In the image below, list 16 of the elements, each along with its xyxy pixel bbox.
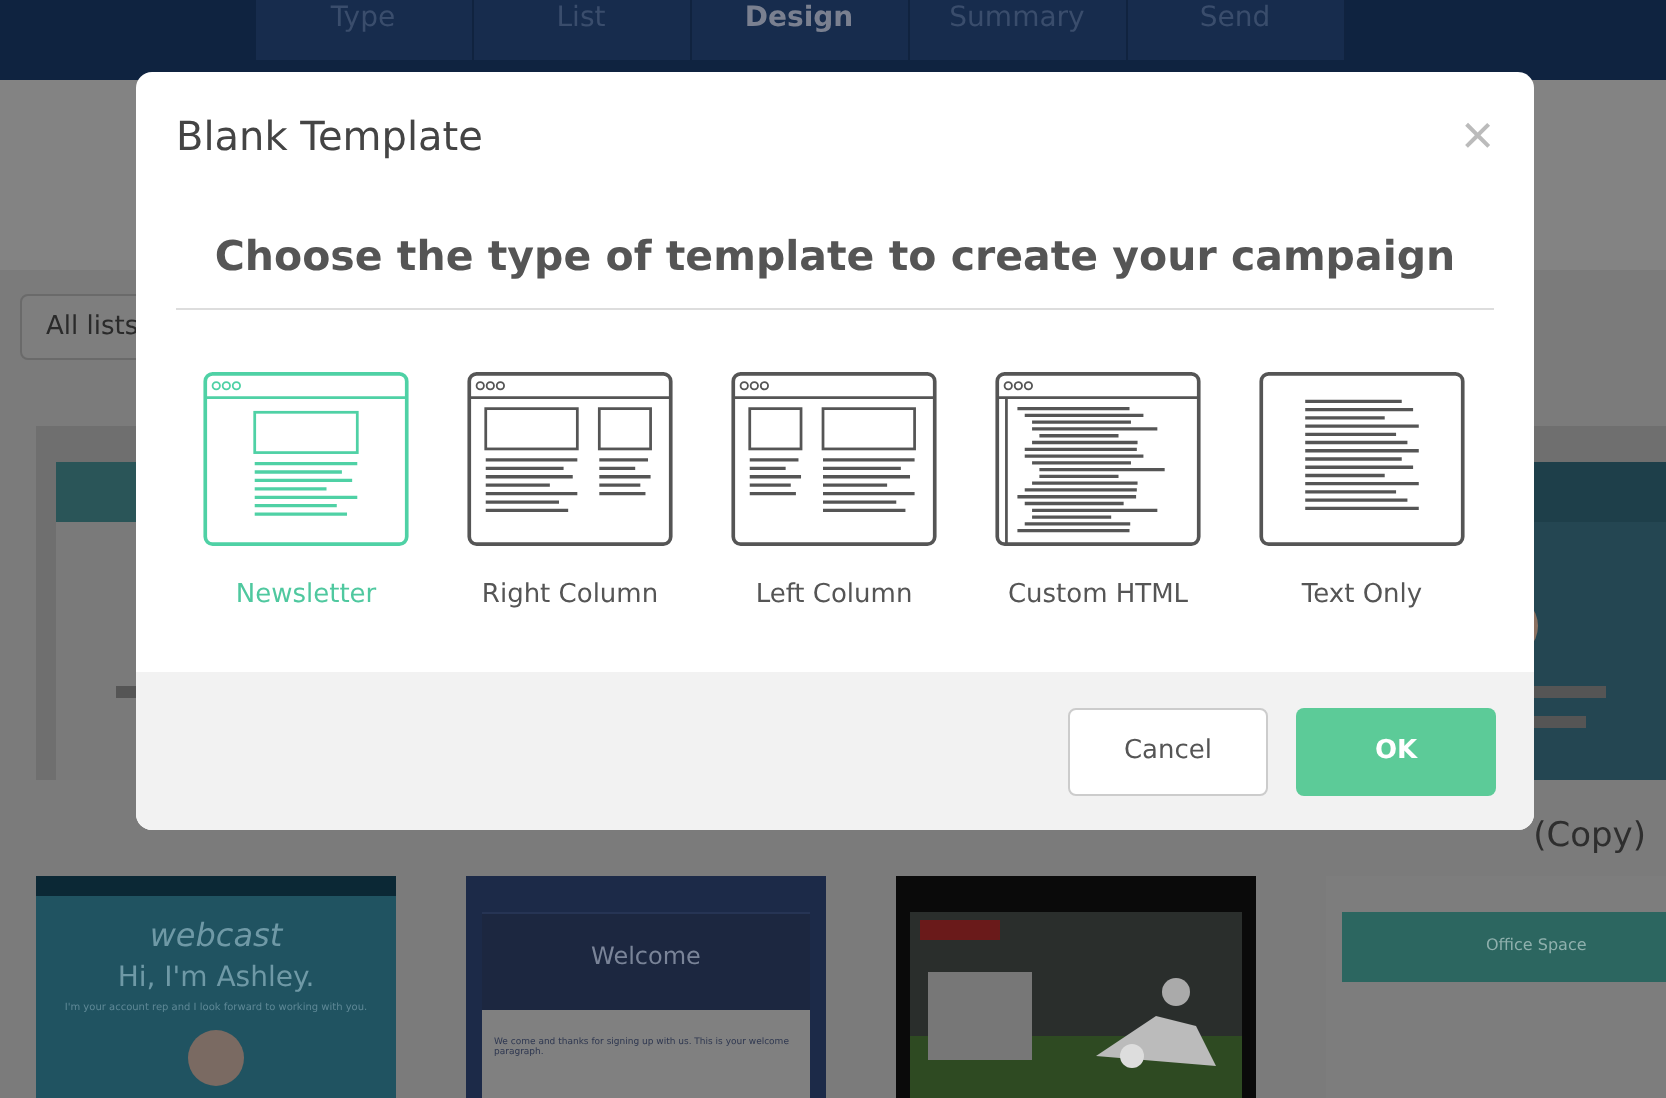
template-heading: Hi, I'm Ashley.	[117, 962, 315, 994]
option-label: Right Column	[481, 580, 659, 610]
dialog-title: Blank Template	[176, 112, 483, 160]
option-label: Left Column	[755, 580, 913, 610]
ok-button[interactable]: OK	[1296, 707, 1496, 795]
step-tab[interactable]: Design	[691, 0, 909, 60]
close-button[interactable]: ×	[1461, 112, 1494, 160]
brand-text: webcast	[149, 916, 283, 954]
dialog-heading: Choose the type of template to create your campaign	[176, 232, 1494, 310]
template-heading: Office Space	[1342, 912, 1666, 982]
option-label: Newsletter	[235, 580, 377, 610]
template-caption: (Copy)	[1533, 814, 1646, 856]
template-heading: Welcome	[482, 912, 810, 1010]
option-label: Custom HTML	[1007, 580, 1189, 610]
option-label: Text Only	[1301, 580, 1423, 610]
cancel-button[interactable]: Cancel	[1068, 707, 1268, 795]
